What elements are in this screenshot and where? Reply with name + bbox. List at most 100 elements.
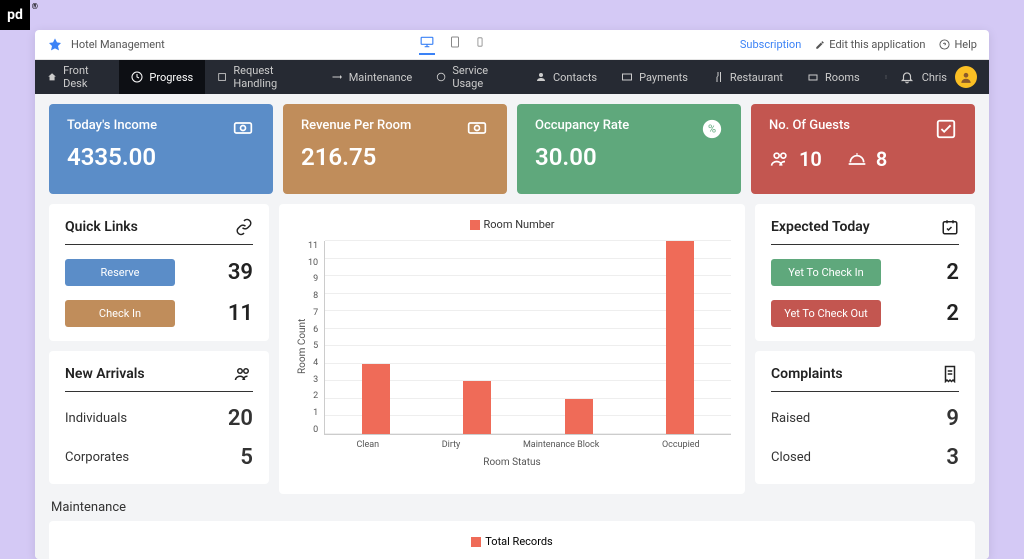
bar [565,399,593,434]
stat-label: No. Of Guests [769,118,957,133]
nav-bar: Front Desk Progress Request Handling Mai… [35,60,989,94]
legend-swatch [470,220,480,230]
receipt-icon [941,365,959,383]
stat-value: 4335.00 [67,143,255,171]
app-window: Hotel Management Subscription Edit this … [35,30,989,559]
maintenance-legend: Total Records [485,535,552,548]
user-name[interactable]: Chris [922,71,947,84]
app-title: Hotel Management [71,38,165,51]
individuals-label: Individuals [65,411,127,426]
nav-progress[interactable]: Progress [119,60,205,94]
people-icon [233,365,253,383]
closed-label: Closed [771,450,811,465]
nav-label: Restaurant [730,71,783,84]
x-axis-labels: CleanDirtyMaintenance BlockOccupied [325,440,731,450]
guest-count-2: 8 [876,147,887,171]
calendar-check-icon [941,218,959,236]
yet-checkout-count: 2 [946,301,959,326]
nav-contacts[interactable]: Contacts [523,60,609,94]
raised-label: Raised [771,411,810,426]
stat-revenue: Revenue Per Room 216.75 [283,104,507,194]
percent-icon: % [701,118,723,140]
nav-label: Contacts [553,71,597,84]
stat-guests: No. Of Guests 10 8 [751,104,975,194]
tablet-icon[interactable] [449,35,461,55]
stat-label: Occupancy Rate [535,118,723,133]
people-icon [769,149,791,169]
card-title: New Arrivals [65,366,145,382]
x-axis-title: Room Status [293,457,731,468]
service-icon [846,149,868,169]
card-title: Expected Today [771,219,870,235]
reserve-button[interactable]: Reserve [65,259,175,286]
nav-service-usage[interactable]: Service Usage [424,60,523,94]
checkbox-icon [935,118,957,140]
reserve-count: 39 [228,260,253,285]
new-arrivals-card: New Arrivals Individuals 20 Corporates 5 [49,351,269,484]
legend-swatch [471,537,481,547]
card-title: Quick Links [65,219,138,235]
individuals-count: 20 [228,406,253,431]
edit-application-link[interactable]: Edit this application [815,38,925,51]
bar [362,364,390,434]
yet-checkin-button[interactable]: Yet To Check In [771,259,881,286]
bar [666,241,694,434]
bell-icon[interactable] [900,70,914,84]
nav-label: Request Handling [233,64,306,90]
corporates-label: Corporates [65,450,129,465]
expected-today-card: Expected Today Yet To Check In 2 Yet To … [755,204,975,341]
corporates-count: 5 [240,445,253,470]
stat-income: Today's Income 4335.00 [49,104,273,194]
corner-logo: pd [0,0,30,30]
complaints-card: Complaints Raised 9 Closed 3 [755,351,975,484]
svg-text:%: % [708,123,716,136]
raised-count: 9 [946,406,959,431]
stat-value: 30.00 [535,143,723,171]
app-logo-icon [47,37,63,53]
nav-restaurant[interactable]: Restaurant [700,60,795,94]
edit-label: Edit this application [829,38,925,51]
nav-request-handling[interactable]: Request Handling [205,60,318,94]
chart-plot: CleanDirtyMaintenance BlockOccupied [324,241,731,435]
legend-label: Room Number [484,218,555,231]
checkin-button[interactable]: Check In [65,300,175,327]
nav-front-desk[interactable]: Front Desk [35,60,119,94]
nav-payments[interactable]: Payments [609,60,700,94]
money-icon [465,118,489,138]
nav-label: Front Desk [63,64,107,90]
mobile-icon[interactable] [475,35,485,55]
card-title: Complaints [771,366,843,382]
nav-label: Maintenance [349,71,413,84]
yet-checkout-button[interactable]: Yet To Check Out [771,300,881,327]
avatar[interactable] [955,66,977,88]
help-label: Help [954,38,977,51]
content-area: Today's Income 4335.00 Revenue Per Room … [35,94,989,559]
y-axis-label: Room Count [293,241,308,451]
nav-label: Payments [639,71,688,84]
nav-more-icon[interactable] [872,60,900,94]
stat-value: 216.75 [301,143,489,171]
room-status-chart: Room Number Room Count 11109876543210 Cl… [279,204,745,494]
maintenance-chart-card: Total Records [49,521,975,559]
desktop-icon[interactable] [419,35,435,55]
y-axis-ticks: 11109876543210 [308,241,324,451]
maintenance-title: Maintenance [49,494,975,521]
device-switcher [165,35,740,55]
header-bar: Hotel Management Subscription Edit this … [35,30,989,60]
guest-count-1: 10 [799,147,822,171]
nav-maintenance[interactable]: Maintenance [319,60,425,94]
help-link[interactable]: Help [939,38,977,51]
money-icon [231,118,255,138]
bar [463,381,491,434]
nav-rooms[interactable]: Rooms [795,60,872,94]
subscription-link[interactable]: Subscription [740,38,801,51]
nav-label: Progress [149,71,193,84]
stat-label: Today's Income [67,118,255,133]
checkin-count: 11 [228,301,253,326]
stat-occupancy: Occupancy Rate 30.00 % [517,104,741,194]
nav-label: Service Usage [452,64,511,90]
link-icon [235,218,253,236]
closed-count: 3 [946,445,959,470]
yet-checkin-count: 2 [946,260,959,285]
stat-label: Revenue Per Room [301,118,489,133]
